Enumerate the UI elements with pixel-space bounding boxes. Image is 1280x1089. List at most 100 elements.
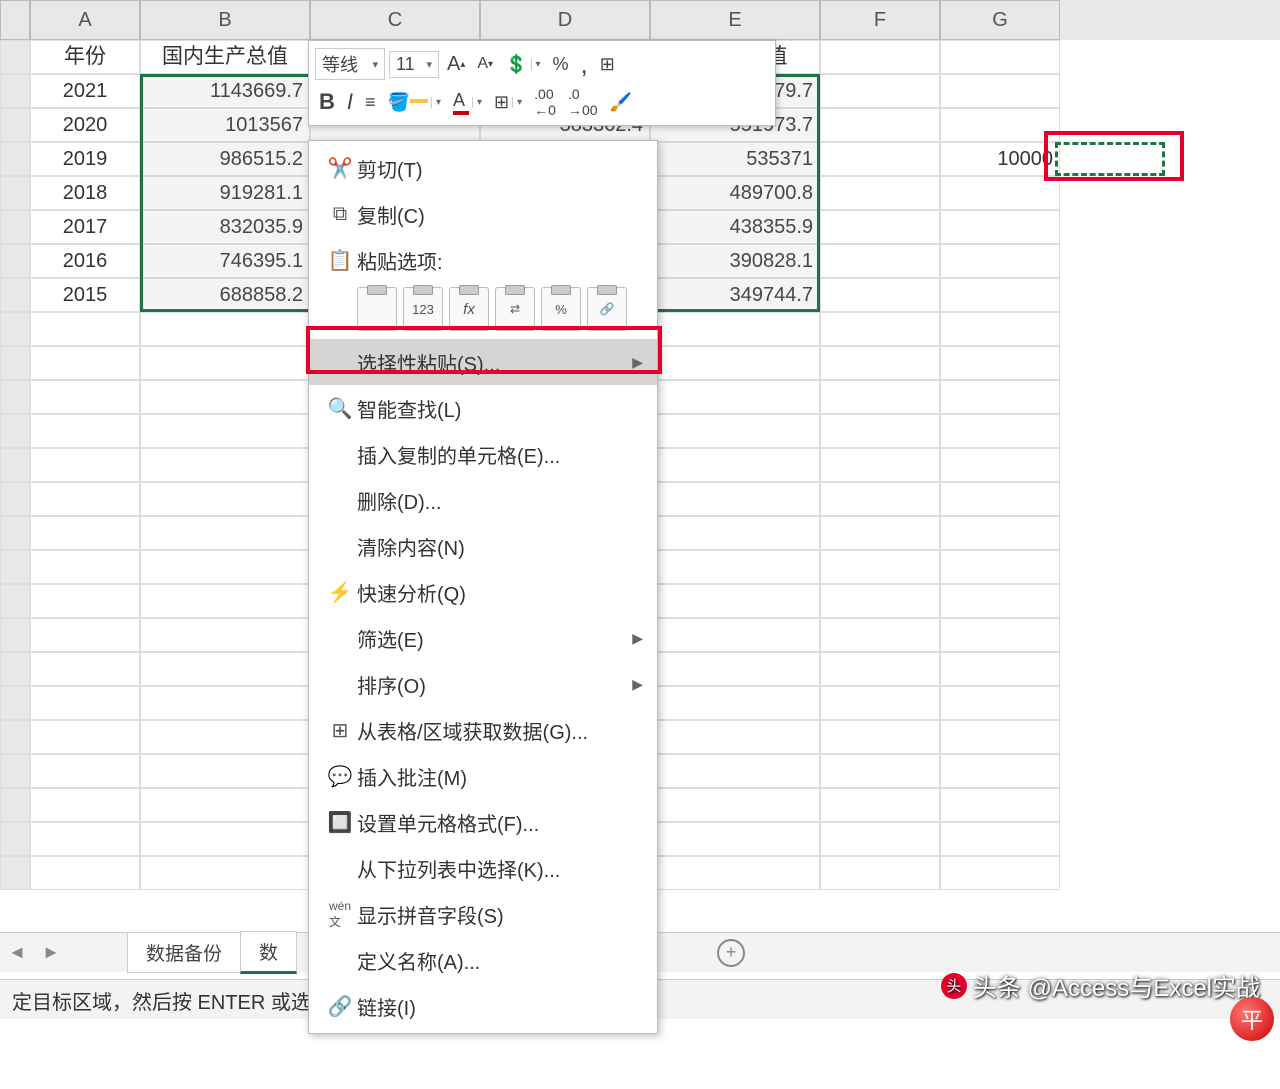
font-name-select[interactable]: 等线▾ [315, 48, 385, 80]
menu-smart-lookup[interactable]: 🔍 智能查找(L) [309, 385, 657, 431]
bold-button[interactable]: B [315, 87, 339, 117]
cell[interactable]: 390828.1 [650, 244, 820, 278]
menu-link[interactable]: 🔗 链接(I) [309, 983, 657, 1029]
menu-delete[interactable]: 删除(D)... [309, 477, 657, 523]
menu-insert-copied[interactable]: 插入复制的单元格(E)... [309, 431, 657, 477]
cell[interactable] [820, 244, 940, 278]
cell[interactable]: 2020 [30, 108, 140, 142]
menu-define-name[interactable]: 定义名称(A)... [309, 937, 657, 983]
fill-color-button[interactable]: 🪣▾ [384, 90, 445, 115]
cell[interactable] [940, 176, 1060, 210]
sheet-tab[interactable]: 数据备份 [127, 932, 241, 973]
status-text: 定目标区域，然后按 ENTER 或选 [12, 992, 311, 1014]
paste-option-transpose[interactable]: ⇄ [495, 287, 535, 331]
cell[interactable]: 919281.1 [140, 176, 310, 210]
menu-insert-comment[interactable]: 💬 插入批注(M) [309, 753, 657, 799]
cell[interactable]: 10000 [940, 142, 1060, 176]
decrease-decimal-button[interactable]: .0→00 [564, 84, 602, 120]
menu-sort[interactable]: 排序(O) ▶ [309, 661, 657, 707]
cell[interactable]: 986515.2 [140, 142, 310, 176]
clipboard-icon: 📋 [323, 248, 357, 273]
align-button[interactable]: ≡ [361, 90, 380, 115]
sheet-tab-active[interactable]: 数 [240, 931, 297, 974]
menu-format-cells[interactable]: 🔲 设置单元格格式(F)... [309, 799, 657, 845]
font-size-select[interactable]: 11▾ [389, 51, 439, 78]
menu-cut[interactable]: ✂️ 剪切(T) [309, 145, 657, 191]
tab-nav-prev[interactable]: ► [34, 942, 68, 963]
cell[interactable]: 832035.9 [140, 210, 310, 244]
cell[interactable] [940, 210, 1060, 244]
borders-button[interactable]: ⊞▾ [490, 90, 526, 115]
comma-format-button[interactable]: , [577, 47, 592, 82]
cell[interactable]: 438355.9 [650, 210, 820, 244]
chevron-right-icon: ▶ [632, 630, 643, 647]
menu-dropdown[interactable]: 从下拉列表中选择(K)... [309, 845, 657, 891]
cell[interactable]: 年份 [30, 40, 140, 74]
cell[interactable]: 2017 [30, 210, 140, 244]
menu-paste-special[interactable]: 选择性粘贴(S)... ▶ [309, 339, 657, 385]
cell[interactable]: 2015 [30, 278, 140, 312]
border-icon: ⊞ [494, 92, 509, 113]
select-all-corner[interactable] [0, 0, 30, 40]
cell[interactable] [940, 244, 1060, 278]
cell[interactable]: 2016 [30, 244, 140, 278]
cell[interactable]: 688858.2 [140, 278, 310, 312]
cell[interactable]: 2018 [30, 176, 140, 210]
cell[interactable] [820, 176, 940, 210]
cell[interactable]: 国内生产总值 [140, 40, 310, 74]
cell[interactable] [820, 40, 940, 74]
link-icon: 🔗 [323, 994, 357, 1019]
cell[interactable]: 746395.1 [140, 244, 310, 278]
cell[interactable] [940, 40, 1060, 74]
menu-copy[interactable]: ⧉ 复制(C) [309, 191, 657, 237]
cell[interactable]: 1013567 [140, 108, 310, 142]
col-header-B[interactable]: B [140, 0, 310, 40]
cell[interactable] [940, 108, 1060, 142]
col-header-G[interactable]: G [940, 0, 1060, 40]
menu-label: 智能查找(L) [357, 394, 643, 423]
paste-option-link[interactable]: 🔗 [587, 287, 627, 331]
menu-label: 定义名称(A)... [357, 946, 643, 975]
merge-button[interactable]: ⊞ [596, 52, 619, 77]
decrease-font-button[interactable]: A▾ [473, 53, 497, 75]
percent-format-button[interactable]: % [549, 52, 573, 77]
cell[interactable]: 535371 [650, 142, 820, 176]
cell[interactable] [940, 74, 1060, 108]
cell[interactable]: 1143669.7 [140, 74, 310, 108]
format-painter-button[interactable]: 🖌️ [606, 90, 636, 115]
cell[interactable]: 2019 [30, 142, 140, 176]
menu-label: 粘贴选项: [357, 246, 643, 275]
paste-option-formulas[interactable]: fx [449, 287, 489, 331]
menu-phonetic[interactable]: wén文 显示拼音字段(S) [309, 891, 657, 937]
menu-clear[interactable]: 清除内容(N) [309, 523, 657, 569]
increase-font-button[interactable]: A▴ [443, 51, 469, 78]
cell[interactable]: 2021 [30, 74, 140, 108]
cell[interactable] [820, 278, 940, 312]
menu-label: 筛选(E) [357, 624, 632, 653]
toutiao-icon: 头 [941, 973, 967, 999]
menu-filter[interactable]: 筛选(E) ▶ [309, 615, 657, 661]
add-sheet-button[interactable]: + [717, 939, 745, 967]
italic-button[interactable]: I [343, 87, 357, 117]
cell[interactable] [820, 108, 940, 142]
col-header-D[interactable]: D [480, 0, 650, 40]
paste-option-all[interactable] [357, 287, 397, 331]
cell[interactable] [820, 142, 940, 176]
cell[interactable] [820, 210, 940, 244]
tab-nav-first[interactable]: ◄ [0, 942, 34, 963]
col-header-C[interactable]: C [310, 0, 480, 40]
menu-get-data[interactable]: ⊞ 从表格/区域获取数据(G)... [309, 707, 657, 753]
col-header-A[interactable]: A [30, 0, 140, 40]
menu-quick-analysis[interactable]: ⚡ 快速分析(Q) [309, 569, 657, 615]
paste-option-formatting[interactable]: % [541, 287, 581, 331]
paste-option-values[interactable]: 123 [403, 287, 443, 331]
cell[interactable]: 349744.7 [650, 278, 820, 312]
cell[interactable]: 489700.8 [650, 176, 820, 210]
increase-decimal-button[interactable]: .00←0 [530, 84, 560, 120]
col-header-F[interactable]: F [820, 0, 940, 40]
cell[interactable] [940, 278, 1060, 312]
col-header-E[interactable]: E [650, 0, 820, 40]
cell[interactable] [820, 74, 940, 108]
font-color-button[interactable]: A▾ [449, 88, 486, 117]
accounting-format-button[interactable]: 💲▾ [501, 52, 544, 77]
